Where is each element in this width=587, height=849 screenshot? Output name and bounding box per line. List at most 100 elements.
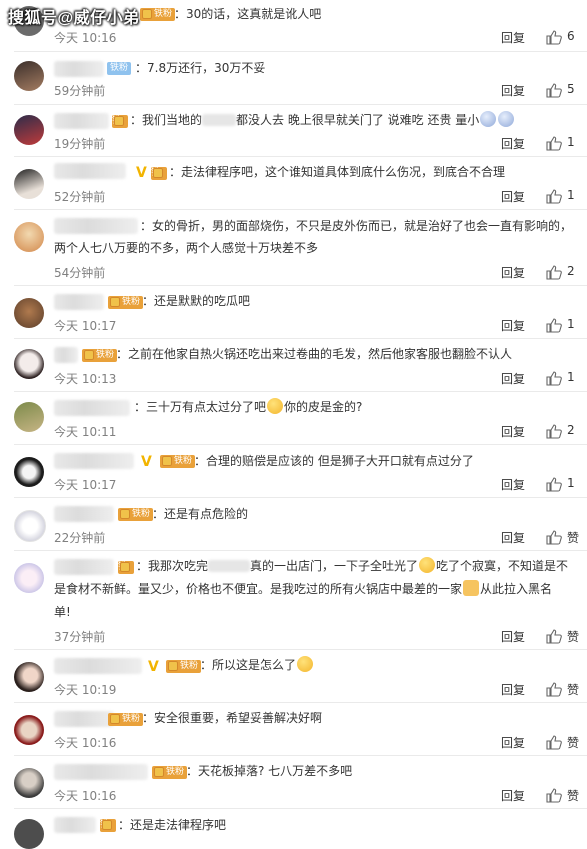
- thumb-up-icon[interactable]: [546, 265, 562, 280]
- thumb-up-icon[interactable]: [546, 530, 562, 545]
- fan-badge: 铁粉: [160, 455, 196, 468]
- avatar[interactable]: [14, 298, 44, 328]
- thumb-up-icon[interactable]: [546, 682, 562, 697]
- thumb-up-icon[interactable]: [546, 371, 562, 386]
- like-count: 2: [567, 423, 575, 437]
- comment-time: 今天 10:17: [54, 319, 117, 333]
- reply-button[interactable]: 回复: [501, 628, 525, 645]
- like-count: 6: [567, 29, 575, 43]
- emoji-icon: [297, 656, 314, 672]
- thumb-up-icon[interactable]: [546, 788, 562, 803]
- comment-text: ：还是默默的吃瓜吧: [142, 294, 251, 308]
- comment-time: 19分钟前: [54, 137, 106, 151]
- username[interactable]: [54, 764, 148, 780]
- avatar[interactable]: [14, 402, 44, 432]
- redacted-text: [208, 560, 251, 572]
- fan-badge: 铁粉: [140, 8, 176, 21]
- redacted-text: [202, 114, 237, 126]
- avatar[interactable]: [14, 510, 46, 542]
- avatar[interactable]: [14, 715, 44, 745]
- username[interactable]: [54, 817, 96, 833]
- avatar[interactable]: [14, 349, 44, 379]
- avatar[interactable]: [14, 169, 44, 199]
- fan-badge: 铁粉: [112, 115, 128, 139]
- reply-button[interactable]: 回复: [501, 681, 525, 698]
- reply-button[interactable]: 回复: [501, 135, 525, 152]
- thumb-up-icon[interactable]: [546, 424, 562, 439]
- avatar[interactable]: [14, 819, 44, 849]
- avatar[interactable]: [14, 457, 44, 487]
- comment-time: 37分钟前: [54, 630, 106, 644]
- reply-button[interactable]: 回复: [501, 264, 525, 281]
- username[interactable]: [54, 658, 142, 674]
- divider: [14, 104, 587, 105]
- reply-button[interactable]: 回复: [501, 188, 525, 205]
- reply-button[interactable]: 回复: [501, 82, 525, 99]
- reply-button[interactable]: 回复: [501, 476, 525, 493]
- comment-text: ：所以这是怎么了: [200, 655, 314, 676]
- reply-button[interactable]: 回复: [501, 317, 525, 334]
- username[interactable]: [54, 163, 126, 179]
- username[interactable]: [54, 113, 109, 129]
- comment-time: 52分钟前: [54, 190, 106, 204]
- like-count: 1: [567, 188, 575, 202]
- avatar[interactable]: [14, 768, 44, 798]
- comment-time: 今天 10:13: [54, 372, 117, 386]
- reply-button[interactable]: 回复: [501, 529, 525, 546]
- username[interactable]: [54, 506, 114, 522]
- comment-text: ：合理的赔偿是应该的 但是狮子大开口就有点过分了: [194, 454, 474, 468]
- verified-icon: V: [136, 165, 147, 181]
- reply-button[interactable]: 回复: [501, 423, 525, 440]
- comment-text-part: 是食材不新鲜。量又少，价格也不便宜。是我吃过的所有火锅店中最差的一家: [54, 582, 463, 596]
- reply-button[interactable]: 回复: [501, 734, 525, 751]
- avatar[interactable]: [14, 61, 44, 91]
- reply-button[interactable]: 回复: [501, 29, 525, 46]
- thumb-up-icon[interactable]: [546, 30, 562, 45]
- thumb-up-icon[interactable]: [546, 477, 562, 492]
- like-count: 赞: [567, 630, 580, 644]
- fan-badge: 铁粉: [166, 660, 202, 673]
- username[interactable]: [54, 400, 130, 416]
- username[interactable]: [54, 711, 114, 727]
- divider: [14, 550, 587, 551]
- comment-text-part: 吃了个寂寞，不知道是不: [436, 559, 569, 573]
- comment-text: 是食材不新鲜。量又少，价格也不便宜。是我吃过的所有火锅店中最差的一家 从此拉入黑名: [54, 579, 552, 600]
- divider: [14, 497, 587, 498]
- thumb-up-icon[interactable]: [546, 318, 562, 333]
- username[interactable]: [54, 559, 114, 575]
- comment-text: ：我们当地的 都没人去 晚上很早就关门了 说难吃 还贵 量小: [130, 110, 515, 131]
- thumb-up-icon[interactable]: [546, 189, 562, 204]
- avatar[interactable]: [14, 563, 44, 593]
- comment-time: 今天 10:11: [54, 425, 117, 439]
- thumb-up-icon[interactable]: [546, 735, 562, 750]
- watermark: 搜狐号@威仔小弟: [8, 10, 140, 27]
- like-count: 赞: [567, 683, 580, 697]
- username[interactable]: [54, 453, 134, 469]
- verified-icon: V: [141, 454, 152, 470]
- comment-text-part: 你的皮是金的?: [284, 400, 363, 414]
- divider: [14, 808, 587, 809]
- emoji-icon: [267, 398, 284, 414]
- avatar[interactable]: [14, 662, 44, 692]
- username[interactable]: [54, 294, 104, 310]
- divider: [14, 755, 587, 756]
- avatar[interactable]: [14, 115, 44, 145]
- username[interactable]: [54, 347, 78, 363]
- comment-text-part: 从此拉入黑名: [480, 582, 553, 596]
- comment-text: ：30的话，这真就是讹人吧: [174, 7, 322, 21]
- thumb-up-icon[interactable]: [546, 83, 562, 98]
- like-count: 1: [567, 476, 575, 490]
- avatar[interactable]: [14, 222, 44, 252]
- fan-badge: 铁粉: [118, 561, 134, 585]
- fan-badge: 铁粉: [107, 62, 132, 75]
- reply-button[interactable]: 回复: [501, 370, 525, 387]
- thumb-up-icon[interactable]: [546, 136, 562, 151]
- fan-badge: 铁粉: [108, 713, 144, 726]
- reply-button[interactable]: 回复: [501, 787, 525, 804]
- comment-time: 今天 10:16: [54, 31, 117, 45]
- username[interactable]: [54, 218, 138, 234]
- username[interactable]: [54, 61, 104, 77]
- divider: [14, 338, 587, 339]
- divider: [14, 444, 587, 445]
- thumb-up-icon[interactable]: [546, 629, 562, 644]
